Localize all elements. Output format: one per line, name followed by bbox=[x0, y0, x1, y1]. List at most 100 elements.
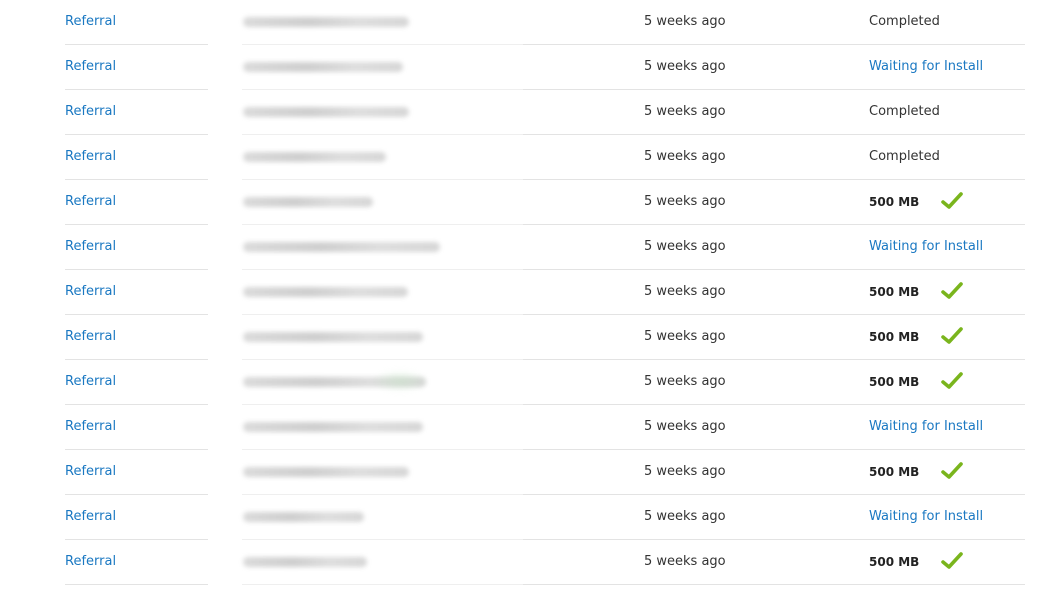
checkmark-icon bbox=[941, 551, 963, 571]
referral-link[interactable]: Referral bbox=[65, 239, 116, 254]
email-cell bbox=[243, 225, 440, 269]
referral-type-cell: Referral bbox=[65, 360, 116, 404]
email-cell bbox=[243, 495, 364, 539]
referral-link[interactable]: Referral bbox=[65, 149, 116, 164]
time-ago: 5 weeks ago bbox=[644, 59, 726, 74]
time-ago: 5 weeks ago bbox=[644, 509, 726, 524]
email-cell bbox=[243, 450, 409, 494]
waiting-for-install-link[interactable]: Waiting for Install bbox=[869, 419, 983, 434]
redacted-email bbox=[243, 151, 386, 162]
status-completed: Completed bbox=[869, 149, 940, 164]
email-cell bbox=[243, 270, 408, 314]
status-completed: Completed bbox=[869, 14, 940, 29]
referral-link[interactable]: Referral bbox=[65, 59, 116, 74]
redacted-email bbox=[243, 241, 440, 252]
referral-type-cell: Referral bbox=[65, 450, 116, 494]
email-cell bbox=[243, 45, 403, 89]
checkmark-icon bbox=[941, 461, 963, 481]
table-row: Referral 5 weeks ago 500 MB bbox=[0, 270, 1038, 315]
referral-link[interactable]: Referral bbox=[65, 419, 116, 434]
time-ago: 5 weeks ago bbox=[644, 104, 726, 119]
reward-amount: 500 MB bbox=[869, 330, 920, 344]
table-row: Referral 5 weeks ago Completed bbox=[0, 0, 1038, 45]
table-row: Referral 5 weeks ago 500 MB bbox=[0, 180, 1038, 225]
redacted-email bbox=[243, 16, 409, 27]
referral-type-cell: Referral bbox=[65, 45, 116, 89]
table-row: Referral 5 weeks ago 500 MB bbox=[0, 450, 1038, 495]
time-ago: 5 weeks ago bbox=[644, 284, 726, 299]
status-cell: 500 MB bbox=[869, 360, 919, 404]
referral-type-cell: Referral bbox=[65, 270, 116, 314]
table-row: Referral 5 weeks ago Completed bbox=[0, 90, 1038, 135]
redacted-email bbox=[243, 556, 367, 567]
status-cell: 500 MB bbox=[869, 540, 919, 584]
reward-amount: 500 MB bbox=[869, 375, 920, 389]
waiting-for-install-link[interactable]: Waiting for Install bbox=[869, 509, 983, 524]
email-cell bbox=[243, 315, 423, 359]
time-ago: 5 weeks ago bbox=[644, 329, 726, 344]
reward-amount: 500 MB bbox=[869, 195, 920, 209]
referral-link[interactable]: Referral bbox=[65, 284, 116, 299]
referrals-table: Referral 5 weeks ago Completed Referral 5 we… bbox=[0, 0, 1038, 585]
referral-link[interactable]: Referral bbox=[65, 194, 116, 209]
time-ago: 5 weeks ago bbox=[644, 464, 726, 479]
email-cell bbox=[243, 135, 386, 179]
time-ago: 5 weeks ago bbox=[644, 374, 726, 389]
table-row: Referral 5 weeks ago 500 MB bbox=[0, 540, 1038, 585]
table-row: Referral 5 weeks ago Waiting for Install bbox=[0, 495, 1038, 540]
redacted-email bbox=[243, 331, 423, 342]
status-cell: Waiting for Install bbox=[869, 225, 983, 269]
row-divider bbox=[65, 584, 208, 585]
status-cell: Completed bbox=[869, 135, 940, 179]
referral-link[interactable]: Referral bbox=[65, 464, 116, 479]
checkmark-icon bbox=[941, 371, 963, 391]
checkmark-icon bbox=[941, 326, 963, 346]
row-divider bbox=[523, 584, 1025, 585]
status-cell: 500 MB bbox=[869, 315, 919, 359]
waiting-for-install-link[interactable]: Waiting for Install bbox=[869, 59, 983, 74]
referral-type-cell: Referral bbox=[65, 135, 116, 179]
referral-link[interactable]: Referral bbox=[65, 554, 116, 569]
referral-link[interactable]: Referral bbox=[65, 509, 116, 524]
email-cell bbox=[243, 90, 409, 134]
referral-type-cell: Referral bbox=[65, 405, 116, 449]
referral-link[interactable]: Referral bbox=[65, 14, 116, 29]
referral-link[interactable]: Referral bbox=[65, 104, 116, 119]
time-ago: 5 weeks ago bbox=[644, 419, 726, 434]
table-row: Referral 5 weeks ago 500 MB bbox=[0, 315, 1038, 360]
referral-type-cell: Referral bbox=[65, 495, 116, 539]
time-ago: 5 weeks ago bbox=[644, 149, 726, 164]
email-cell bbox=[243, 540, 367, 584]
referral-type-cell: Referral bbox=[65, 180, 116, 224]
blur-artifact bbox=[372, 370, 428, 392]
table-row: Referral 5 weeks ago Waiting for Install bbox=[0, 45, 1038, 90]
time-ago: 5 weeks ago bbox=[644, 239, 726, 254]
time-ago: 5 weeks ago bbox=[644, 554, 726, 569]
redacted-email bbox=[243, 286, 408, 297]
referral-link[interactable]: Referral bbox=[65, 374, 116, 389]
status-cell: 500 MB bbox=[869, 450, 919, 494]
waiting-for-install-link[interactable]: Waiting for Install bbox=[869, 239, 983, 254]
reward-amount: 500 MB bbox=[869, 285, 920, 299]
status-completed: Completed bbox=[869, 104, 940, 119]
table-row: Referral 5 weeks ago Waiting for Install bbox=[0, 225, 1038, 270]
referral-type-cell: Referral bbox=[65, 0, 116, 44]
time-ago: 5 weeks ago bbox=[644, 14, 726, 29]
status-cell: 500 MB bbox=[869, 180, 919, 224]
status-cell: Completed bbox=[869, 0, 940, 44]
row-divider bbox=[242, 584, 523, 585]
reward-amount: 500 MB bbox=[869, 465, 920, 479]
email-cell bbox=[243, 0, 409, 44]
status-cell: Completed bbox=[869, 90, 940, 134]
referral-type-cell: Referral bbox=[65, 315, 116, 359]
status-cell: Waiting for Install bbox=[869, 405, 983, 449]
referral-link[interactable]: Referral bbox=[65, 329, 116, 344]
status-cell: 500 MB bbox=[869, 270, 919, 314]
email-cell bbox=[243, 405, 423, 449]
table-row: Referral 5 weeks ago Waiting for Install bbox=[0, 405, 1038, 450]
table-row: Referral 5 weeks ago Completed bbox=[0, 135, 1038, 180]
referral-type-cell: Referral bbox=[65, 90, 116, 134]
checkmark-icon bbox=[941, 191, 963, 211]
redacted-email bbox=[243, 196, 373, 207]
time-ago: 5 weeks ago bbox=[644, 194, 726, 209]
